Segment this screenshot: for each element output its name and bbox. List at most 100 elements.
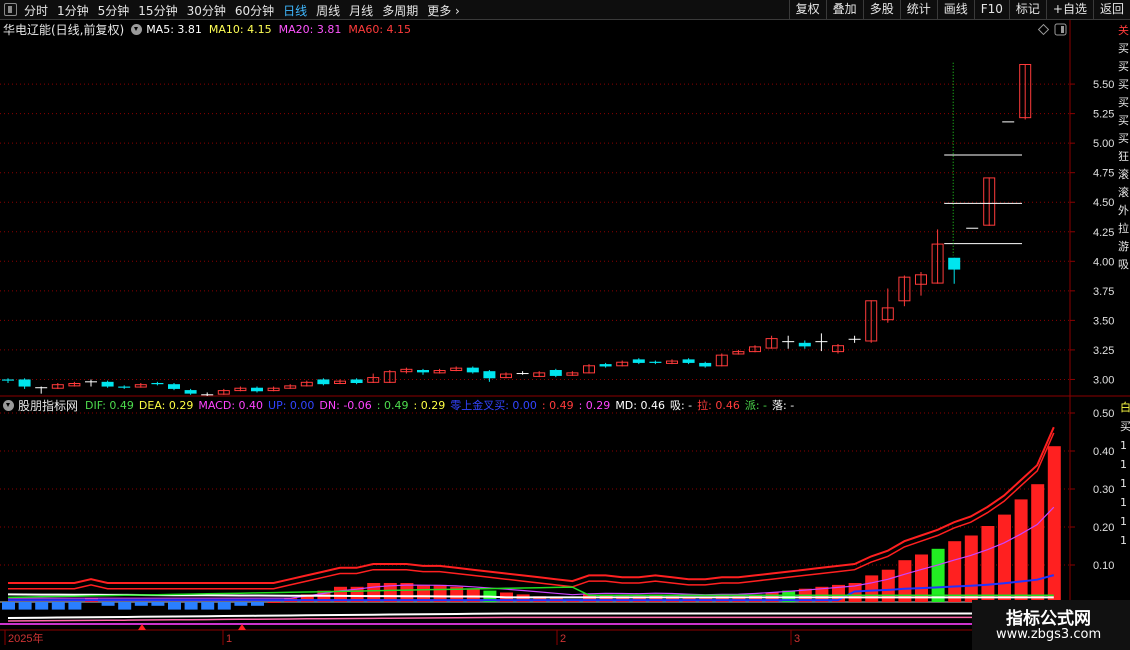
main-y-tick-label: 4.25	[1093, 227, 1114, 239]
histogram-bar	[18, 602, 32, 610]
indicator-legend-3: UP: 0.00	[268, 398, 315, 412]
histogram-bar	[1047, 446, 1061, 602]
indicator-legend-5: : 0.49	[376, 398, 409, 412]
histogram-bar	[168, 602, 181, 610]
indicator-legend-13: 派: -	[744, 399, 768, 412]
candle-body-down	[798, 342, 811, 347]
signal-char-11: 拉	[1118, 222, 1129, 235]
indicator-legend-12: 拉: 0.46	[697, 399, 740, 412]
indicator-signal-char-5: 1	[1120, 496, 1127, 509]
x-tick-label: 1	[226, 633, 232, 645]
histogram-bar	[151, 602, 165, 606]
main-y-tick-label: 5.25	[1093, 109, 1114, 121]
signal-char-3: 买	[1118, 78, 1129, 91]
signal-char-13: 吸	[1118, 258, 1129, 271]
watermark: 指标公式网 www.zbgs3.com	[972, 600, 1130, 650]
main-y-tick-label: 3.50	[1093, 315, 1114, 327]
histogram-bar	[201, 602, 215, 610]
watermark-title: 指标公式网	[1006, 609, 1091, 629]
candle-body-down	[18, 379, 31, 387]
candle-body-down	[483, 371, 496, 379]
indicator-signal-char-1: 买	[1120, 420, 1130, 433]
main-y-tick-label: 4.75	[1093, 168, 1114, 180]
dea-line	[8, 506, 1055, 599]
candle-body-down	[151, 383, 164, 385]
candle-body-down	[417, 370, 429, 373]
histogram-bar	[1014, 499, 1028, 602]
indicator-signal-char-7: 1	[1120, 534, 1127, 547]
indicator-legend-7: 零上金叉买: 0.00	[450, 399, 537, 412]
indicator-dropdown-icon[interactable]	[3, 399, 14, 411]
candle-body-down	[350, 379, 363, 384]
histogram-bar	[217, 602, 231, 610]
indicator-legend-1: DEA: 0.29	[138, 398, 194, 412]
indicator-signal-char-4: 1	[1120, 477, 1127, 490]
candle-body-down	[251, 387, 263, 392]
histogram-bar	[931, 548, 945, 602]
ma-legend-2: MA20: 3.81	[278, 22, 342, 36]
main-y-tick-label: 4.50	[1093, 197, 1114, 209]
signal-char-2: 买	[1118, 60, 1129, 73]
histogram-bar	[948, 541, 962, 602]
signal-char-9: 滚	[1118, 186, 1129, 199]
candle-body-down	[599, 364, 612, 367]
histogram-bar	[184, 602, 198, 610]
diamond-icon	[1037, 23, 1050, 36]
histogram-bar	[2, 602, 15, 610]
ma-legend-1: MA10: 4.15	[208, 22, 272, 36]
histogram-bar	[251, 602, 264, 606]
indicator-y-tick-label: 0.30	[1093, 484, 1114, 496]
main-y-tick-label: 3.75	[1093, 286, 1114, 298]
candle-body-down	[317, 379, 330, 385]
signal-char-7: 狂	[1118, 150, 1129, 163]
histogram-bar	[35, 602, 49, 610]
indicator-y-tick-label: 0.20	[1093, 522, 1114, 534]
signal-char-1: 买	[1118, 42, 1129, 55]
indicator-legend-14: 落: -	[772, 399, 795, 412]
signal-char-8: 滚	[1118, 168, 1129, 181]
histogram-bar	[134, 602, 148, 606]
x-tick-label: 3	[794, 633, 800, 645]
indicator-legend: 股朋指标网 DIF: 0.49 DEA: 0.29 MACD: 0.40 UP: 0.…	[3, 397, 799, 414]
histogram-bar	[234, 602, 248, 606]
candle-body-down	[682, 359, 695, 363]
histogram-bar	[998, 514, 1011, 602]
candle-body-down	[948, 257, 961, 270]
indicator-signal-char-3: 1	[1120, 458, 1127, 471]
indicator-signal-char-6: 1	[1120, 515, 1127, 528]
lower-pink-line	[7, 616, 1054, 622]
stock-title[interactable]: 华电辽能(日线,前复权)	[3, 21, 124, 38]
x-tick-label: 2025年	[8, 631, 43, 645]
indicator-name[interactable]: 股朋指标网	[18, 397, 78, 414]
candle-body-down	[549, 370, 562, 376]
chart-canvas[interactable]: 5.50 5.25 5.00 4.75 4.50 4.25 4.00 3.75 3.50 3.25…	[0, 0, 1130, 650]
histogram-bar	[981, 526, 995, 602]
main-y-tick-label: 4.00	[1093, 256, 1114, 268]
signal-char-6: 买	[1118, 132, 1129, 145]
panel-toggle-icon-bar	[1061, 26, 1064, 33]
indicator-legend-10: MD: 0.46	[615, 398, 665, 412]
signal-char-5: 买	[1118, 114, 1129, 127]
indicator-legend-9: : 0.29	[578, 398, 611, 412]
indicator-legend-2: MACD: 0.40	[198, 398, 264, 412]
histogram-bar	[51, 602, 65, 610]
indicator-y-tick-label: 0.50	[1093, 408, 1114, 420]
indicator-y-tick-label: 0.40	[1093, 446, 1114, 458]
indicator-signal-char-0: 白	[1120, 401, 1130, 414]
candle-body-down	[632, 359, 645, 363]
candle-body-down	[466, 367, 479, 373]
candle-body-down	[168, 384, 180, 389]
signal-char-10: 外	[1118, 204, 1129, 217]
indicator-legend-4: DN: -0.06	[319, 398, 372, 412]
indicator-legend-0: DIF: 0.49	[85, 398, 134, 412]
dropdown-circle-icon[interactable]	[131, 23, 143, 35]
histogram-bar	[964, 535, 978, 602]
x-tick-label: 2	[560, 633, 566, 645]
indicator-legend-11: 吸: -	[669, 399, 693, 412]
candle-body-down	[101, 381, 114, 387]
main-chart-legend: 华电辽能(日线,前复权) MA5: 3.81 MA10: 4.15 MA20: 3.…	[3, 21, 418, 38]
candle-body-down	[118, 386, 131, 388]
signal-char-4: 买	[1118, 96, 1129, 109]
histogram-bar	[68, 602, 82, 610]
candle-body-down	[649, 361, 662, 363]
